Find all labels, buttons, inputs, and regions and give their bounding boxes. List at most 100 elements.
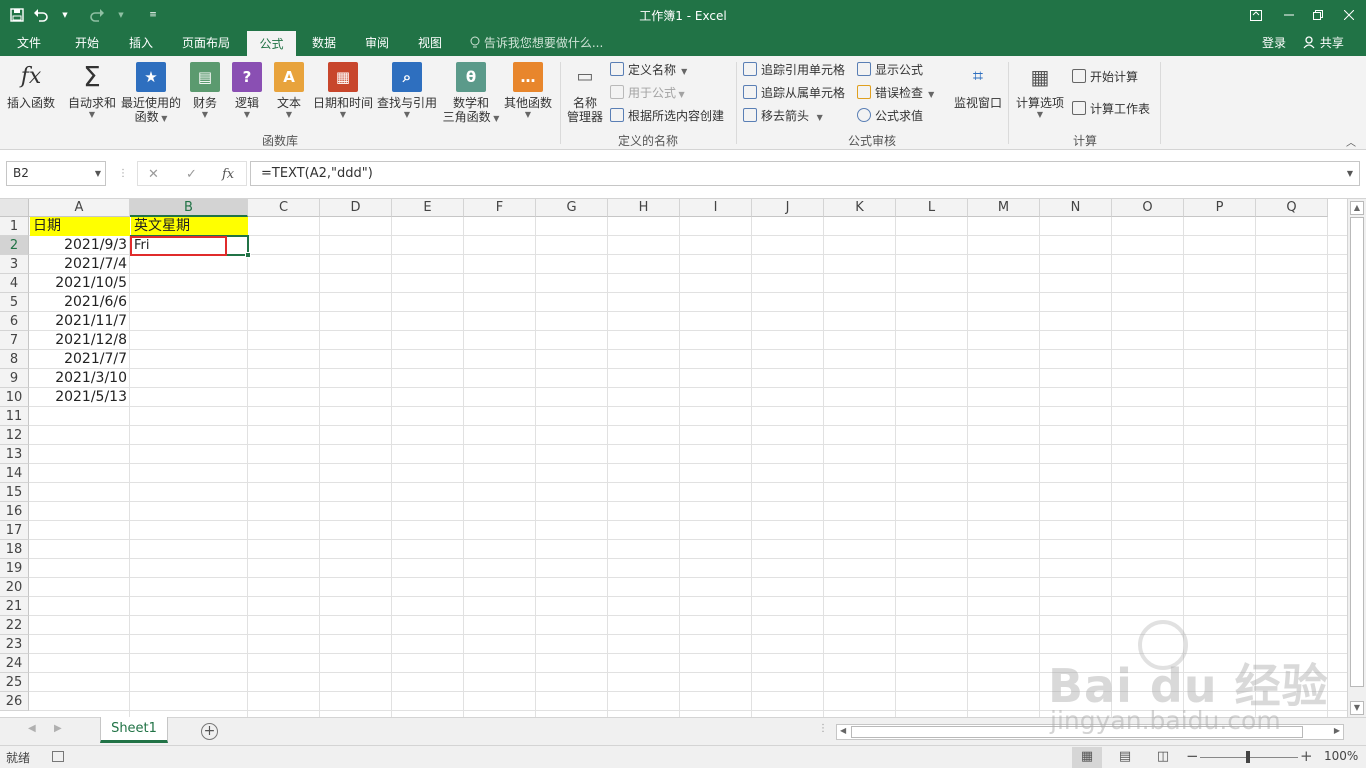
cell-a8[interactable]: 2021/7/7 <box>30 350 130 369</box>
select-all-corner[interactable] <box>0 199 29 217</box>
fill-handle[interactable] <box>245 252 251 258</box>
tell-me-box[interactable]: 告诉我您想要做什么... <box>470 31 603 56</box>
vertical-scrollbar[interactable]: ▲ ▼ <box>1347 199 1366 717</box>
zoom-slider[interactable] <box>1200 751 1298 763</box>
column-header-b[interactable]: B <box>130 199 248 217</box>
cell-a1[interactable]: 日期 <box>30 217 130 236</box>
column-header-d[interactable]: D <box>320 199 392 217</box>
cell-a2[interactable]: 2021/9/3 <box>30 236 130 255</box>
evaluate-formula-button[interactable]: 公式求值 <box>857 106 923 126</box>
recently-used-button[interactable]: ★ 最近使用的 函数 ▼ <box>120 62 182 126</box>
enter-icon[interactable]: ✓ <box>186 162 197 187</box>
row-header-17[interactable]: 17 <box>0 521 29 540</box>
more-functions-button[interactable]: … 其他函数 ▼ <box>502 62 554 120</box>
row-header-2[interactable]: 2 <box>0 236 29 255</box>
tab-view[interactable]: 视图 <box>407 31 453 56</box>
column-header-f[interactable]: F <box>464 199 536 217</box>
formula-input[interactable]: =TEXT(A2,"ddd") ▼ <box>250 161 1360 186</box>
normal-view-icon[interactable]: ▦ <box>1072 747 1102 768</box>
undo-dropdown-icon[interactable]: ▼ <box>54 3 76 27</box>
cell-a6[interactable]: 2021/11/7 <box>30 312 130 331</box>
column-header-q[interactable]: Q <box>1256 199 1328 217</box>
row-header-16[interactable]: 16 <box>0 502 29 521</box>
redo-icon[interactable] <box>86 3 108 27</box>
create-from-selection-button[interactable]: 根据所选内容创建 <box>610 106 724 126</box>
add-sheet-icon[interactable]: + <box>201 723 218 740</box>
show-formulas-button[interactable]: 显示公式 <box>857 60 923 80</box>
tab-data[interactable]: 数据 <box>301 31 347 56</box>
remove-arrows-button[interactable]: 移去箭头 ▼ <box>743 106 823 126</box>
row-header-7[interactable]: 7 <box>0 331 29 350</box>
chevron-down-icon[interactable]: ▼ <box>1347 162 1353 185</box>
column-header-o[interactable]: O <box>1112 199 1184 217</box>
row-header-23[interactable]: 23 <box>0 635 29 654</box>
tab-formulas[interactable]: 公式 <box>247 31 296 56</box>
trace-precedents-button[interactable]: 追踪引用单元格 <box>743 60 845 80</box>
define-name-button[interactable]: 定义名称 ▼ <box>610 60 687 80</box>
tab-page-layout[interactable]: 页面布局 <box>174 31 238 56</box>
error-checking-button[interactable]: 错误检查 ▼ <box>857 83 934 103</box>
tab-review[interactable]: 审阅 <box>354 31 400 56</box>
row-header-22[interactable]: 22 <box>0 616 29 635</box>
login-link[interactable]: 登录 <box>1262 31 1286 56</box>
split-handle-icon[interactable]: ⋮ <box>818 723 828 734</box>
worksheet-grid[interactable]: ABCDEFGHIJKLMNOPQ 1 2 3 4 5 6 7 8 9 10 11 12 13 14 15 1… <box>0 199 1366 717</box>
horizontal-scroll-thumb[interactable] <box>851 726 1303 738</box>
row-header-25[interactable]: 25 <box>0 673 29 692</box>
sheet-next-icon[interactable]: ▶ <box>54 723 62 734</box>
text-button[interactable]: A 文本 ▼ <box>270 62 308 120</box>
scroll-right-icon[interactable]: ▶ <box>1334 726 1340 735</box>
ribbon-display-icon[interactable] <box>1241 0 1270 30</box>
minimize-icon[interactable] <box>1274 0 1303 30</box>
zoom-slider-knob[interactable] <box>1246 751 1250 763</box>
row-header-20[interactable]: 20 <box>0 578 29 597</box>
save-icon[interactable] <box>6 3 28 27</box>
cell-a4[interactable]: 2021/10/5 <box>30 274 130 293</box>
sheet-tab-sheet1[interactable]: Sheet1 <box>100 717 168 743</box>
customize-qat-icon[interactable]: ≡ <box>142 3 164 27</box>
row-header-11[interactable]: 11 <box>0 407 29 426</box>
cell-a10[interactable]: 2021/5/13 <box>30 388 130 407</box>
scroll-up-icon[interactable]: ▲ <box>1350 201 1364 215</box>
row-header-21[interactable]: 21 <box>0 597 29 616</box>
math-trig-button[interactable]: θ 数学和 三角函数 ▼ <box>441 62 501 126</box>
row-header-24[interactable]: 24 <box>0 654 29 673</box>
row-header-18[interactable]: 18 <box>0 540 29 559</box>
row-header-14[interactable]: 14 <box>0 464 29 483</box>
vertical-scroll-thumb[interactable] <box>1350 217 1364 687</box>
page-layout-view-icon[interactable]: ▤ <box>1110 747 1140 768</box>
row-header-5[interactable]: 5 <box>0 293 29 312</box>
name-box[interactable]: B2 ▼ <box>6 161 106 186</box>
row-header-26[interactable]: 26 <box>0 692 29 711</box>
cell-a9[interactable]: 2021/3/10 <box>30 369 130 388</box>
column-header-j[interactable]: J <box>752 199 824 217</box>
name-manager-button[interactable]: ▭ 名称 管理器 <box>564 62 606 125</box>
calculate-sheet-button[interactable]: 计算工作表 <box>1072 99 1150 119</box>
row-header-6[interactable]: 6 <box>0 312 29 331</box>
date-time-button[interactable]: ▦ 日期和时间 ▼ <box>312 62 374 120</box>
column-header-p[interactable]: P <box>1184 199 1256 217</box>
calculate-now-button[interactable]: 开始计算 <box>1072 67 1138 87</box>
drag-handle-icon[interactable]: ⋮ <box>118 161 128 186</box>
insert-function-button[interactable]: fx 插入函数 <box>4 62 58 111</box>
tab-home[interactable]: 开始 <box>64 31 110 56</box>
row-header-8[interactable]: 8 <box>0 350 29 369</box>
tab-insert[interactable]: 插入 <box>118 31 164 56</box>
row-header-10[interactable]: 10 <box>0 388 29 407</box>
column-header-k[interactable]: K <box>824 199 896 217</box>
column-header-c[interactable]: C <box>248 199 320 217</box>
zoom-level[interactable]: 100% <box>1324 749 1358 763</box>
collapse-ribbon-icon[interactable]: ︿ <box>1346 134 1356 149</box>
share-button[interactable]: 共享 <box>1303 31 1344 56</box>
row-header-15[interactable]: 15 <box>0 483 29 502</box>
trace-dependents-button[interactable]: 追踪从属单元格 <box>743 83 845 103</box>
sheet-prev-icon[interactable]: ◀ <box>28 723 36 734</box>
undo-icon[interactable] <box>30 3 52 27</box>
redo-dropdown-icon[interactable]: ▼ <box>110 3 132 27</box>
tab-file[interactable]: 文件 <box>6 31 52 56</box>
page-break-view-icon[interactable]: ◫ <box>1148 747 1178 768</box>
calculation-options-button[interactable]: ▦ 计算选项 ▼ <box>1014 62 1066 120</box>
row-header-9[interactable]: 9 <box>0 369 29 388</box>
cell-a3[interactable]: 2021/7/4 <box>30 255 130 274</box>
autosum-button[interactable]: Σ 自动求和 ▼ <box>66 62 118 120</box>
